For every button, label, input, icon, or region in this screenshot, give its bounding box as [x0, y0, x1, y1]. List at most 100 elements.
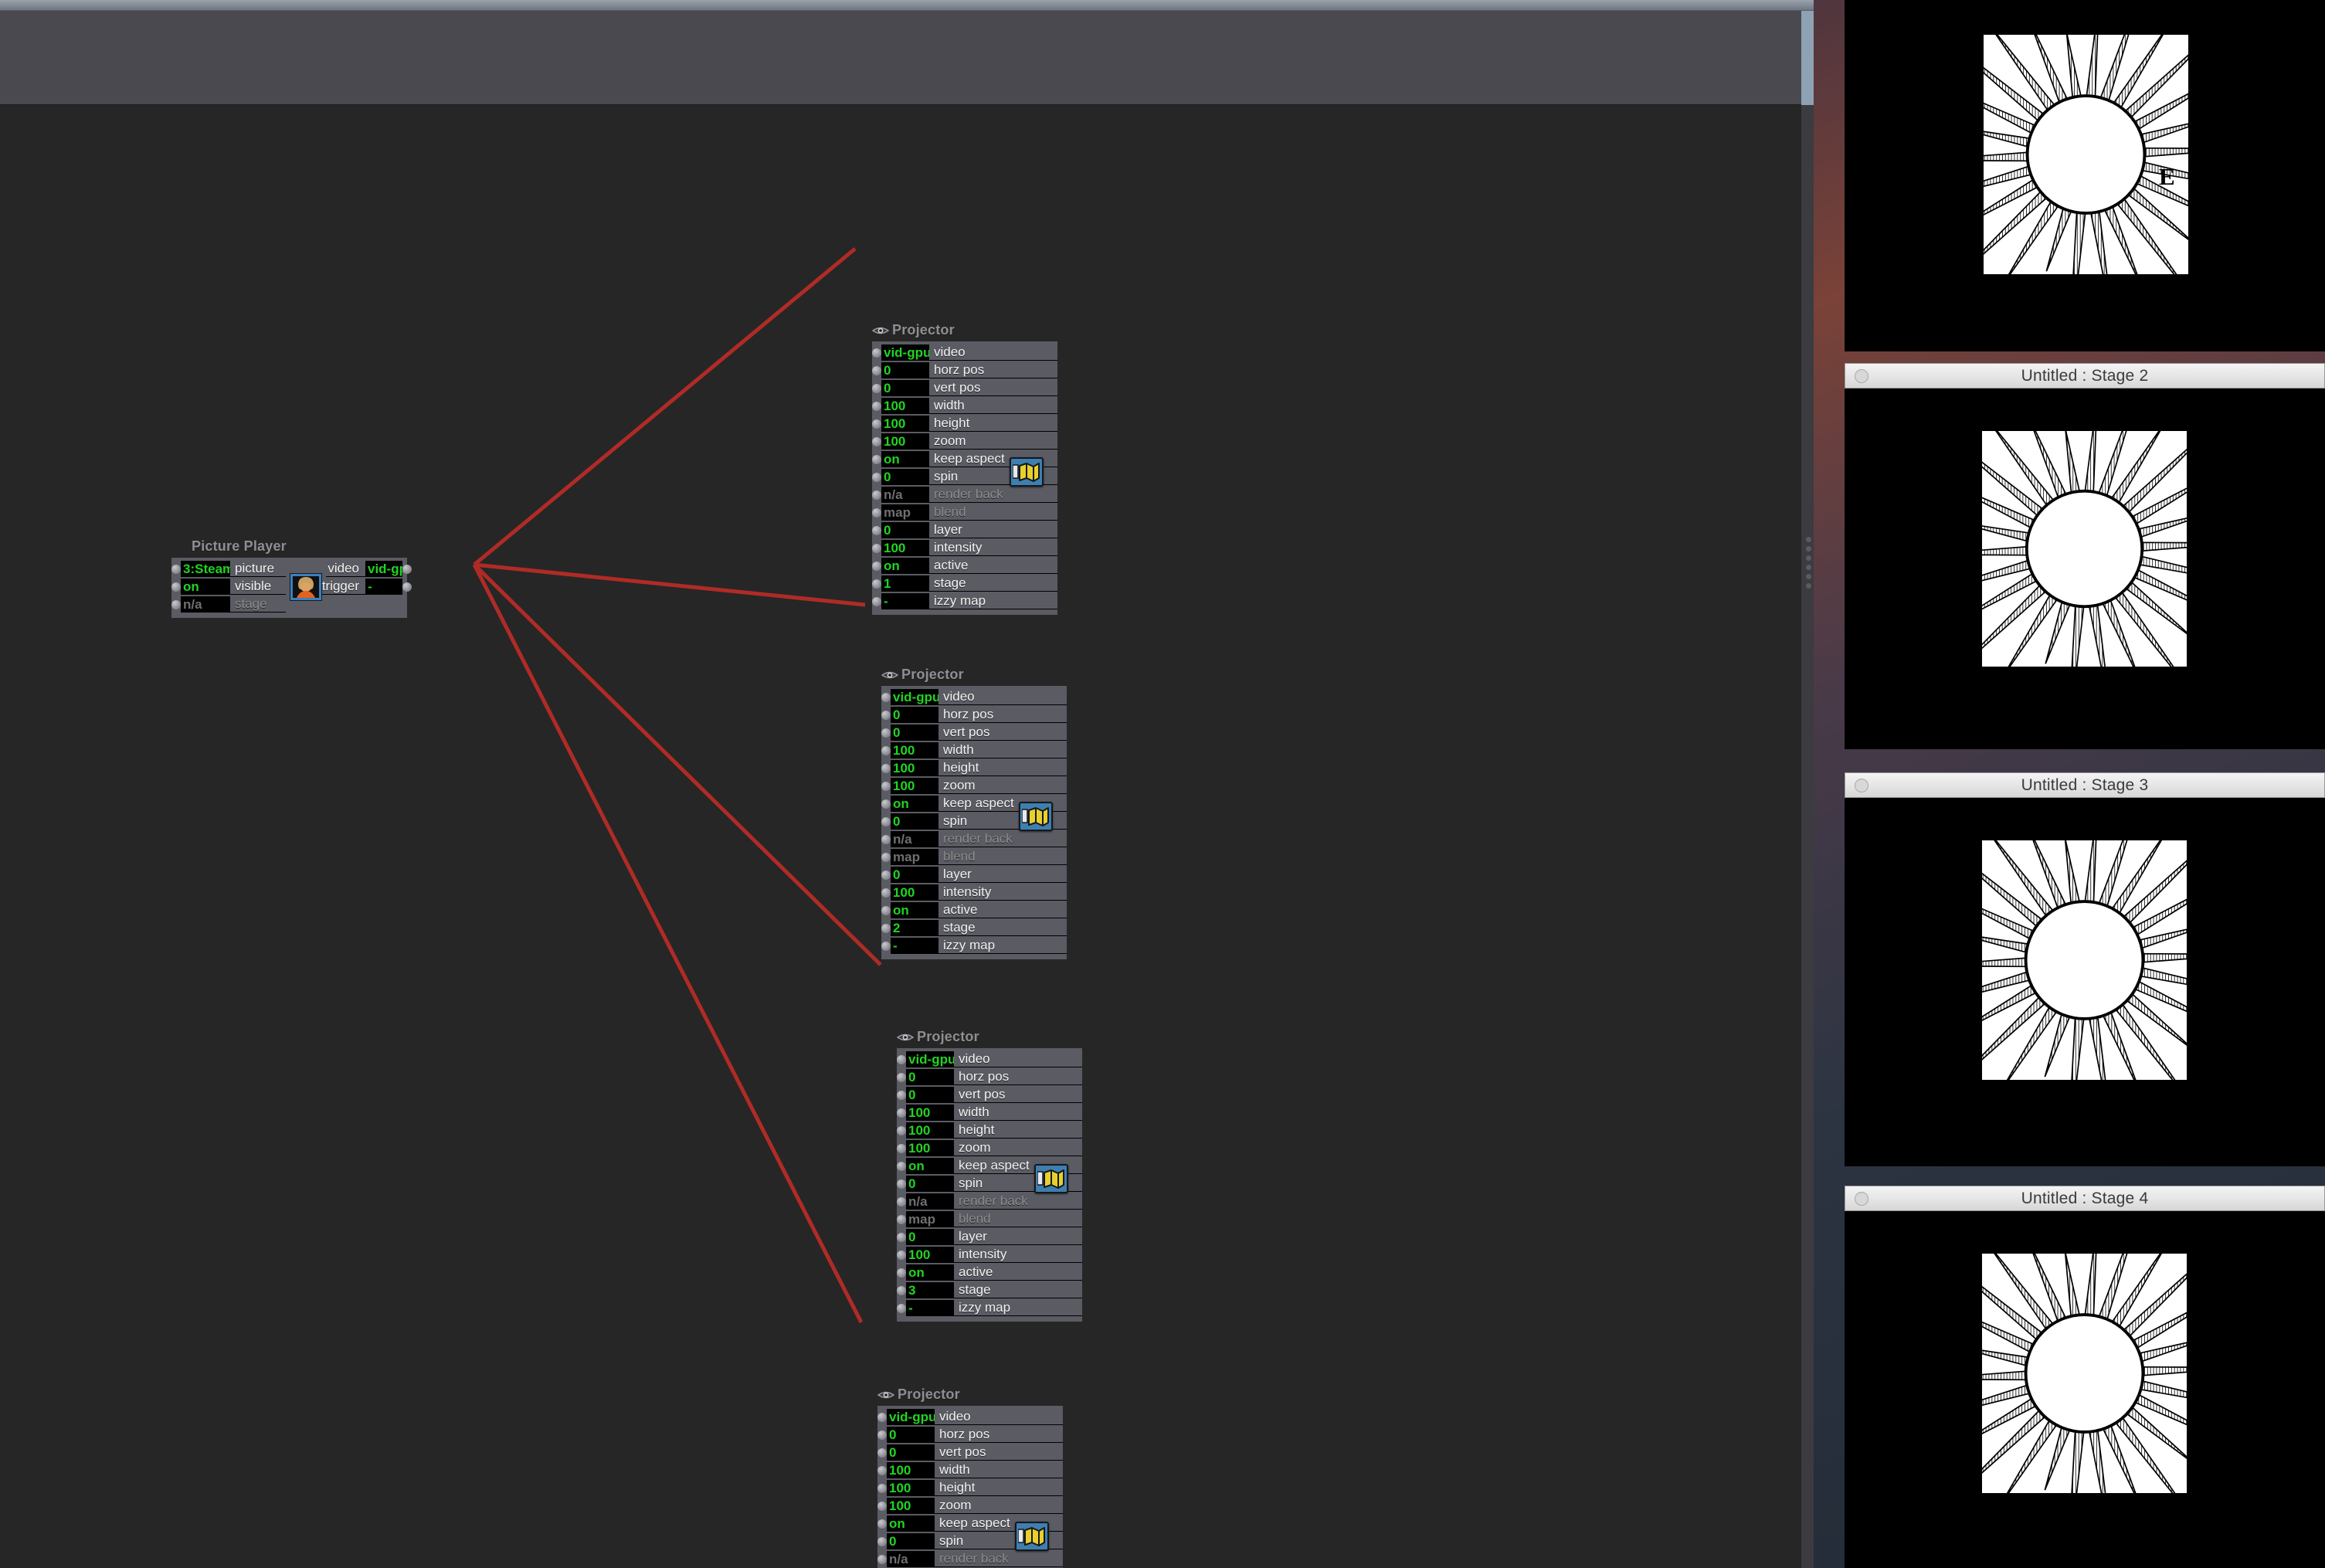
param-row-horz-pos[interactable]: 0 horz pos [872, 361, 1057, 379]
param-pin-keep-aspect[interactable] [877, 1519, 887, 1529]
param-value-vert-pos[interactable]: 0 [906, 1087, 954, 1103]
param-value-spin[interactable]: 0 [891, 813, 938, 830]
param-value-horz-pos[interactable]: 0 [887, 1427, 935, 1443]
param-row-render-back[interactable]: n/a render back [897, 1193, 1082, 1210]
param-pin-horz-pos[interactable] [897, 1072, 906, 1082]
param-value-video[interactable]: vid-gpu [906, 1051, 954, 1067]
input-row-picture[interactable]: 3:Steam picture [171, 560, 286, 578]
param-pin-zoom[interactable] [881, 781, 891, 791]
param-value-blend[interactable]: map [891, 849, 938, 865]
param-pin-layer[interactable] [881, 870, 891, 880]
stage-3-titlebar[interactable]: Untitled : Stage 3 [1845, 772, 2325, 798]
param-value-horz-pos[interactable]: 0 [906, 1069, 954, 1085]
param-pin-vert-pos[interactable] [877, 1448, 887, 1458]
param-pin-spin[interactable] [872, 472, 881, 482]
param-value-blend[interactable]: map [906, 1211, 954, 1227]
param-row-intensity[interactable]: 100 intensity [881, 884, 1067, 901]
param-row-izzy-map[interactable]: - izzy map [897, 1299, 1082, 1317]
param-pin-render-back[interactable] [877, 1554, 887, 1564]
param-row-height[interactable]: 100 height [881, 759, 1067, 777]
param-value-height[interactable]: 100 [891, 760, 938, 776]
param-value-render-back[interactable]: n/a [887, 1551, 935, 1567]
param-row-horz-pos[interactable]: 0 horz pos [897, 1068, 1082, 1086]
param-value-video[interactable]: vid-gpu [891, 689, 938, 705]
param-row-horz-pos[interactable]: 0 horz pos [881, 706, 1067, 724]
param-row-height[interactable]: 100 height [877, 1479, 1063, 1497]
node-projector-3[interactable]: Projector vid-gpu video 0 horz pos 0 vert pos 1… [896, 1029, 1082, 1322]
param-value-stage[interactable]: 1 [881, 575, 929, 592]
param-pin-zoom[interactable] [897, 1143, 906, 1153]
param-row-blend[interactable]: map blend [897, 1210, 1082, 1228]
param-pin-blend[interactable] [897, 1214, 906, 1224]
param-row-width[interactable]: 100 width [881, 742, 1067, 759]
param-pin-stage[interactable] [897, 1285, 906, 1295]
param-row-video[interactable]: vid-gpu video [877, 1408, 1063, 1426]
param-row-video[interactable]: vid-gpu video [881, 688, 1067, 706]
param-pin-spin[interactable] [897, 1179, 906, 1189]
param-value-izzy-map[interactable]: - [881, 593, 929, 609]
stage-4-titlebar[interactable]: Untitled : Stage 4 [1845, 1186, 2325, 1211]
param-value-keep-aspect[interactable]: on [891, 796, 938, 812]
param-value-izzy-map[interactable]: - [891, 938, 938, 954]
param-value-intensity[interactable]: 100 [906, 1247, 954, 1263]
param-pin-render-back[interactable] [872, 490, 881, 500]
param-row-zoom[interactable]: 100 zoom [881, 777, 1067, 795]
param-value-zoom[interactable]: 100 [881, 433, 929, 450]
param-row-layer[interactable]: 0 layer [881, 866, 1067, 884]
param-pin-blend[interactable] [872, 507, 881, 518]
param-value-layer[interactable]: 0 [906, 1229, 954, 1245]
param-row-video[interactable]: vid-gpu video [872, 344, 1057, 361]
param-value-active[interactable]: on [906, 1264, 954, 1281]
param-pin-blend[interactable] [881, 852, 891, 862]
stage-window-1[interactable]: E [1845, 0, 2325, 351]
param-value-stage[interactable]: 2 [891, 920, 938, 936]
param-row-zoom[interactable]: 100 zoom [872, 433, 1057, 450]
param-value-zoom[interactable]: 100 [891, 778, 938, 794]
param-pin-height[interactable] [877, 1483, 887, 1493]
param-row-blend[interactable]: map blend [872, 504, 1057, 521]
param-row-layer[interactable]: 0 layer [872, 521, 1057, 539]
stage-2-output-canvas[interactable] [1845, 389, 2325, 749]
param-value-keep-aspect[interactable]: on [906, 1158, 954, 1174]
param-pin-height[interactable] [897, 1125, 906, 1135]
thumbnail-icon[interactable] [290, 573, 321, 600]
param-pin-horz-pos[interactable] [872, 365, 881, 375]
param-row-blend[interactable]: map blend [881, 848, 1067, 866]
param-row-horz-pos[interactable]: 0 horz pos [877, 1426, 1063, 1444]
param-pin-zoom[interactable] [872, 436, 881, 446]
param-pin-keep-aspect[interactable] [872, 454, 881, 464]
param-pin-video[interactable] [881, 692, 891, 702]
stage-1-output-canvas[interactable]: E [1845, 0, 2325, 351]
param-row-height[interactable]: 100 height [897, 1122, 1082, 1139]
param-value-spin[interactable]: 0 [881, 469, 929, 485]
param-value-width[interactable]: 100 [887, 1462, 935, 1478]
param-pin-spin[interactable] [881, 816, 891, 826]
param-value-active[interactable]: on [881, 558, 929, 574]
param-value-intensity[interactable]: 100 [881, 540, 929, 556]
patch-window-toolbar[interactable] [0, 11, 1801, 105]
param-pin-active[interactable] [872, 561, 881, 571]
param-value-height[interactable]: 100 [887, 1480, 935, 1496]
param-value-keep-aspect[interactable]: on [881, 451, 929, 467]
param-pin-keep-aspect[interactable] [897, 1161, 906, 1171]
param-row-izzy-map[interactable]: - izzy map [881, 937, 1067, 955]
param-pin-video[interactable] [872, 348, 881, 358]
param-pin-render-back[interactable] [881, 834, 891, 844]
param-value-layer[interactable]: 0 [891, 867, 938, 883]
param-value-render-back[interactable]: n/a [906, 1193, 954, 1210]
param-pin-izzy-map[interactable] [872, 596, 881, 606]
param-row-stage[interactable]: 3 stage [897, 1281, 1082, 1299]
stage-3-output-canvas[interactable] [1845, 798, 2325, 1166]
output-value-trigger[interactable]: - [365, 579, 402, 595]
output-row-trigger[interactable]: trigger - [321, 578, 412, 596]
param-row-vert-pos[interactable]: 0 vert pos [881, 724, 1067, 742]
map-icon[interactable] [1010, 457, 1044, 487]
input-row-stage[interactable]: n/a stage [171, 596, 286, 613]
output-pin-trigger[interactable] [402, 582, 412, 592]
stage-window-3[interactable]: Untitled : Stage 3 [1845, 772, 2325, 1166]
param-pin-intensity[interactable] [897, 1250, 906, 1260]
node-picture-player[interactable]: Picture Player 3:Steam picture on visibl… [171, 538, 412, 618]
param-row-layer[interactable]: 0 layer [897, 1228, 1082, 1246]
param-pin-vert-pos[interactable] [897, 1090, 906, 1100]
param-row-vert-pos[interactable]: 0 vert pos [897, 1086, 1082, 1104]
